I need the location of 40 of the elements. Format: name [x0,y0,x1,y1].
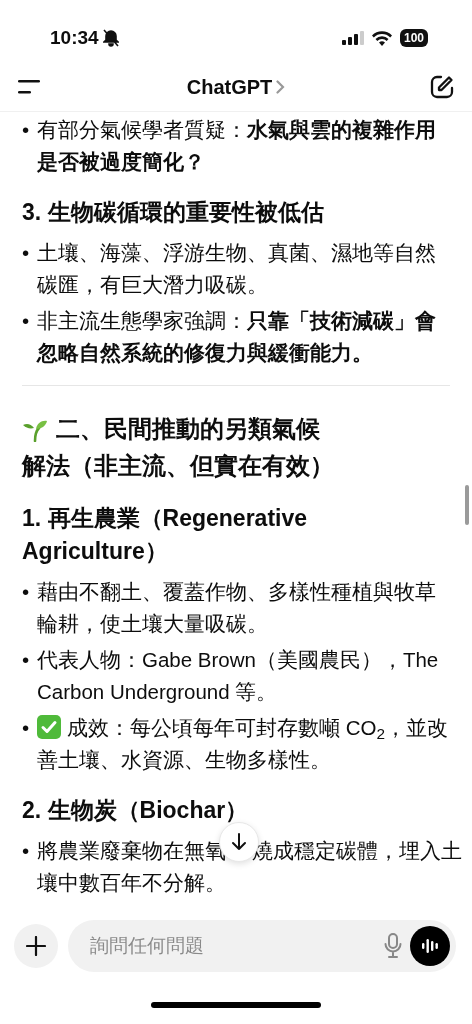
menu-icon[interactable] [18,79,42,94]
bullet-text: 有部分氣候學者質疑：水氣與雲的複雜作用是否被過度簡化？ [37,117,437,175]
add-button[interactable] [14,924,58,968]
status-time: 10:34 [50,25,99,50]
bell-slash-icon [102,29,119,47]
signal-icon [341,31,364,45]
bullet-dot: • [22,309,30,332]
section-title: 二、民間推動的另類氣候 [56,414,320,444]
bullet-text: 非主流生態學家強調：只靠「技術減碳」會忽略自然系統的修復力與緩衝能力。 [37,308,437,366]
voice-button[interactable] [410,926,450,966]
bullet-dot: • [22,241,30,264]
section-heading: 3. 生物碳循環的重要性被低估 [22,198,325,227]
arrow-down-icon [231,833,247,851]
bullet-dot: • [22,118,30,141]
bullet-text: 藉由不翻土、覆蓋作物、多樣性種植與牧草輪耕，使土壤大量吸碳。 [37,579,437,637]
message-input[interactable]: 詢問任何問題 [88,930,376,962]
bullet-dot: • [22,580,30,603]
section-heading: 1. 再生農業（Regenerative Agriculture） [22,504,309,566]
checkmark-icon [37,715,61,739]
plus-icon [26,936,46,956]
chevron-icon[interactable] [276,79,286,94]
compose-icon[interactable] [430,74,454,99]
message-field[interactable]: 詢問任何問題 [68,920,456,972]
bullet-text: 代表人物：Gabe Brown（美國農民），The Carbon Underground 等。 [37,647,440,705]
bullet-text: 將農業廢棄物在無氧 [37,839,226,862]
scrollbar [465,485,469,525]
battery-indicator: 100 [399,29,428,47]
bullet-text: 壤中數百年不分解。 [37,871,226,894]
header-title[interactable]: ChatGPT [186,71,273,102]
microphone-icon[interactable] [384,933,402,959]
wifi-icon [371,30,392,46]
bullet-text: 成效：每公頃每年可封存數噸 CO$_{2}$，並改 [67,716,448,739]
section-title: 解法（非主流、但實在有效） [22,451,334,481]
section-heading: 2. 生物炭（Biochar） [22,796,250,825]
waveform-icon [421,938,439,954]
bullet-dot: • [22,716,30,739]
bullet-dot: • [22,648,30,671]
bullet-text: 善土壤、水資源、生物多樣性。 [37,748,331,771]
bullet-text: 土壤、海藻、浮游生物、真菌、濕地等自然碳匯，有巨大潛力吸碳。 [37,240,437,298]
bullet-dot: • [22,839,30,862]
